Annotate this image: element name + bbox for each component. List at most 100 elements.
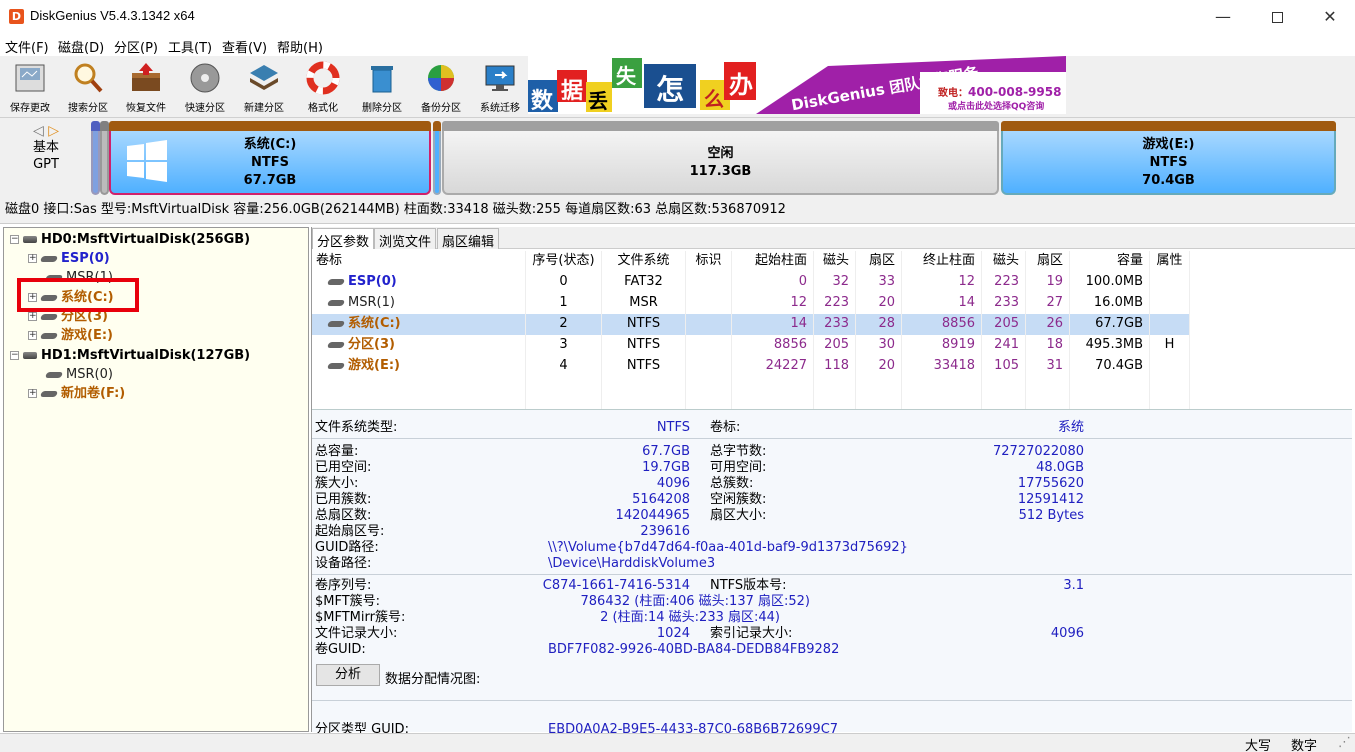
col-header[interactable]: 磁头 — [814, 251, 856, 272]
menu-view[interactable]: 查看(V) — [222, 37, 267, 56]
tab-sector-edit[interactable]: 扇区编辑 — [437, 228, 500, 250]
resize-grip-icon[interactable]: ⋰ — [1338, 735, 1351, 750]
ad-phone-label: 致电：400-008-9958 — [938, 85, 1062, 99]
minimize-button[interactable]: — — [1196, 0, 1250, 34]
expand-icon[interactable]: + — [28, 331, 37, 340]
col-header[interactable]: 起始柱面 — [732, 251, 814, 272]
collapse-icon[interactable]: − — [10, 235, 19, 244]
recover-icon — [132, 63, 160, 91]
delete-partition-button[interactable]: 删除分区 — [353, 58, 411, 116]
quick-partition-button[interactable]: 快速分区 — [176, 58, 234, 116]
partition-icon — [326, 341, 346, 348]
disk-map-part3[interactable] — [433, 121, 441, 195]
col-header[interactable]: 文件系统 — [602, 251, 686, 272]
table-cell — [732, 377, 814, 398]
collapse-icon[interactable]: − — [10, 351, 19, 360]
save-icon — [15, 64, 45, 92]
close-button[interactable]: ✕ — [1303, 0, 1355, 34]
format-button[interactable]: 格式化 — [294, 58, 352, 116]
detail-row: $MFTMirr簇号: 2 (柱面:14 磁头:233 扇区:44) — [315, 610, 780, 625]
right-panel: 分区参数 浏览文件 扇区编辑 卷标 序号(状态) 文件系统 标识 起始柱面 磁头… — [311, 227, 1355, 734]
table-cell — [526, 377, 602, 398]
table-cell: NTFS — [602, 356, 686, 377]
menu-help[interactable]: 帮助(H) — [277, 37, 323, 56]
ad-qq: 或点击此处选择QQ咨询 — [948, 102, 1045, 112]
col-header[interactable]: 卷标 — [312, 251, 526, 272]
analyze-button[interactable]: 分析 — [316, 664, 380, 686]
tree-part-new-f[interactable]: + 新加卷(F:) — [28, 384, 125, 403]
search-partition-button[interactable]: 搜索分区 — [59, 58, 117, 116]
disk-nav-arrows[interactable]: ◁ ▷ — [8, 123, 84, 139]
ad-char: 数 — [531, 89, 554, 114]
recover-files-button[interactable]: 恢复文件 — [117, 58, 175, 116]
save-changes-button[interactable]: 保存更改 — [1, 58, 59, 116]
maximize-button[interactable] — [1250, 0, 1304, 34]
tab-partition-params[interactable]: 分区参数 — [312, 228, 375, 250]
backup-partition-button[interactable]: 备份分区 — [412, 58, 470, 116]
table-cell: 0 — [732, 272, 814, 293]
disk-map-msr[interactable] — [100, 121, 109, 195]
tree-part-esp[interactable]: + ESP(0) — [28, 249, 110, 268]
toolbar: 保存更改 搜索分区 恢复文件 快速分区 新建分区 格式化 删除分区 备份分区 系… — [0, 56, 1355, 118]
window-title: DiskGenius V5.4.3.1342 x64 — [30, 8, 195, 23]
detail-row: 总扇区数: 142044965 — [315, 508, 690, 523]
menu-tools[interactable]: 工具(T) — [168, 37, 212, 56]
table-row[interactable]: 游戏(E:) 4 NTFS 24227 118 20 33418 105 31 70.4GB — [312, 356, 1190, 377]
table-cell: 14 — [732, 314, 814, 335]
tree-disk-hd0[interactable]: − HD0:MsftVirtualDisk(256GB) — [10, 230, 250, 249]
col-header[interactable]: 属性 — [1150, 251, 1190, 272]
title-bar: D DiskGenius V5.4.3.1342 x64 — ✕ — [0, 0, 1355, 34]
col-header[interactable]: 扇区 — [1026, 251, 1070, 272]
tree-part-msr0[interactable]: MSR(0) — [44, 365, 113, 384]
lifebuoy-icon — [306, 61, 340, 95]
table-cell: 495.3MB — [1070, 335, 1150, 356]
table-row[interactable]: ESP(0) 0 FAT32 0 32 33 12 223 19 100.0MB — [312, 272, 1190, 293]
col-header[interactable]: 容量 — [1070, 251, 1150, 272]
col-header[interactable]: 序号(状态) — [526, 251, 602, 272]
col-header[interactable]: 磁头 — [982, 251, 1026, 272]
col-header[interactable]: 终止柱面 — [902, 251, 982, 272]
tree-part-game-e[interactable]: + 游戏(E:) — [28, 326, 113, 345]
col-header[interactable]: 标识 — [686, 251, 732, 272]
table-cell: 32 — [814, 272, 856, 293]
table-cell — [686, 335, 732, 356]
table-cell: 2 — [526, 314, 602, 335]
table-row[interactable]: 系统(C:) 2 NTFS 14 233 28 8856 205 26 67.7GB — [312, 314, 1190, 335]
table-cell: 1 — [526, 293, 602, 314]
table-cell: 33418 — [902, 356, 982, 377]
table-cell: 100.0MB — [1070, 272, 1150, 293]
partition-name: MSR(1) — [348, 295, 395, 310]
table-cell: 28 — [856, 314, 902, 335]
menu-partition[interactable]: 分区(P) — [114, 37, 158, 56]
disk-map-game-e[interactable]: 游戏(E:) NTFS 70.4GB — [1001, 121, 1336, 195]
expand-icon[interactable]: + — [28, 389, 37, 398]
menu-file[interactable]: 文件(F) — [5, 37, 49, 56]
detail-row: 总簇数: 17755620 — [710, 476, 1084, 491]
col-header[interactable]: 扇区 — [856, 251, 902, 272]
table-row[interactable]: 分区(3) 3 NTFS 8856 205 30 8919 241 18 495.3MB H — [312, 335, 1190, 356]
table-cell — [686, 377, 732, 398]
tree-disk-hd1[interactable]: − HD1:MsftVirtualDisk(127GB) — [10, 346, 250, 365]
disk-map-system-c[interactable]: 系统(C:) NTFS 67.7GB — [109, 121, 431, 195]
ad-char: 么 — [704, 87, 724, 111]
disk-map-esp[interactable] — [91, 121, 100, 195]
prev-disk-icon[interactable]: ◁ — [33, 123, 44, 139]
table-cell: FAT32 — [602, 272, 686, 293]
table-row[interactable]: MSR(1) 1 MSR 12 223 20 14 233 27 16.0MB — [312, 293, 1190, 314]
detail-row: 起始扇区号: 239616 — [315, 524, 690, 539]
table-cell: 19 — [1026, 272, 1070, 293]
expand-icon[interactable]: + — [28, 312, 37, 321]
system-migration-button[interactable]: 系统迁移 — [471, 58, 529, 116]
detail-row: GUID路径: \\?\Volume{b7d47d64-f0aa-401d-baf… — [315, 540, 908, 555]
partition-name-cell: MSR(1) — [312, 293, 526, 314]
next-disk-icon[interactable]: ▷ — [48, 123, 59, 139]
expand-icon[interactable]: + — [28, 254, 37, 263]
ad-banner[interactable]: 数 据 丢 失 怎 么 办 DiskGenius 团队为您服务 致电：400-0… — [528, 56, 1066, 114]
new-partition-button[interactable]: 新建分区 — [235, 58, 293, 116]
disk-map-free[interactable]: 空闲 117.3GB — [442, 121, 999, 195]
table-row-empty — [312, 377, 1190, 398]
table-cell: 24227 — [732, 356, 814, 377]
menu-disk[interactable]: 磁盘(D) — [58, 37, 104, 56]
detail-row: NTFS版本号: 3.1 — [710, 578, 1084, 593]
tab-browse-files[interactable]: 浏览文件 — [374, 228, 437, 250]
